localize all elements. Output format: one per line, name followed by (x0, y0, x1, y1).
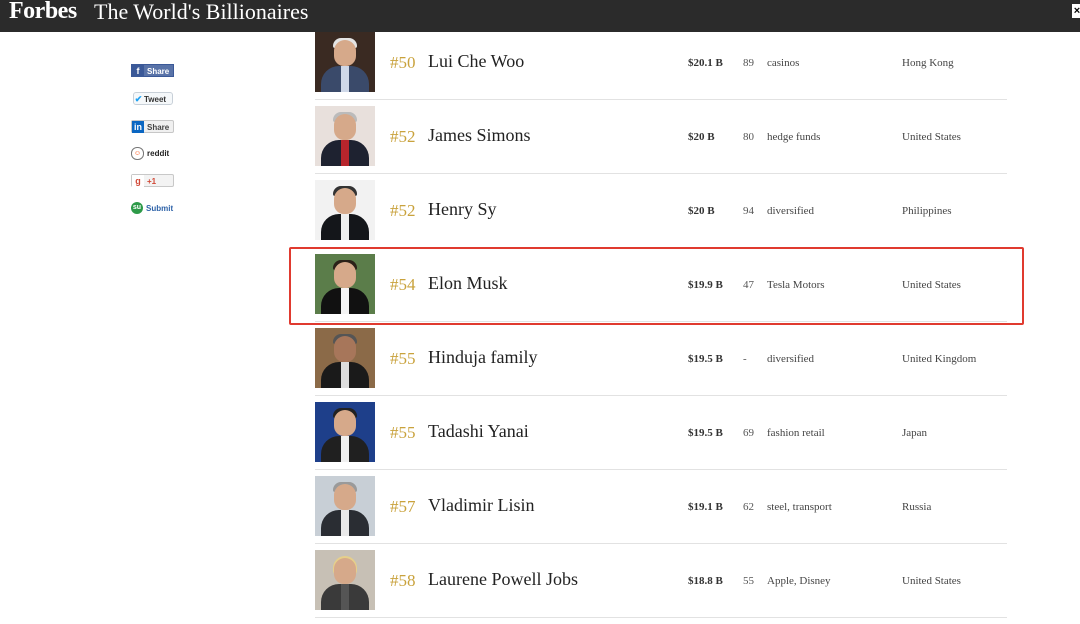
twitter-tweet-button[interactable]: ✔ Tweet (133, 92, 173, 105)
wealth-source: diversified (767, 205, 815, 217)
net-worth: $20 B (688, 205, 715, 217)
wealth-source: steel, transport (767, 501, 832, 513)
list-item[interactable]: #50 Lui Che Woo $20.1 B 89 casinos Hong … (315, 25, 1007, 100)
person-name[interactable]: Henry Sy (428, 199, 497, 220)
tweet-label: Tweet (144, 95, 167, 104)
plus-one-label: +1 (147, 177, 157, 186)
reddit-button[interactable]: ☺ reddit (131, 147, 176, 160)
avatar[interactable] (315, 254, 375, 314)
list-item[interactable]: #55 Hinduja family $19.5 B - diversified… (315, 321, 1007, 396)
avatar[interactable] (315, 180, 375, 240)
avatar[interactable] (315, 476, 375, 536)
wealth-source: Tesla Motors (767, 279, 825, 291)
age: 47 (743, 279, 754, 291)
list-item[interactable]: #54 Elon Musk $19.9 B 47 Tesla Motors Un… (315, 247, 1007, 322)
country: United States (902, 131, 961, 143)
country: Russia (902, 501, 932, 513)
rank-label: #52 (390, 201, 416, 220)
facebook-share-button[interactable]: f Share (131, 64, 174, 77)
wealth-source: Apple, Disney (767, 575, 831, 587)
avatar[interactable] (315, 550, 375, 610)
age: 69 (743, 427, 754, 439)
linkedin-share-label: Share (147, 123, 170, 132)
submit-label: Submit (146, 204, 174, 213)
linkedin-icon: in (132, 121, 144, 133)
person-name[interactable]: Tadashi Yanai (428, 421, 529, 442)
person-name[interactable]: Laurene Powell Jobs (428, 569, 578, 590)
country: United Kingdom (902, 353, 977, 365)
net-worth: $18.8 B (688, 575, 723, 587)
country: Hong Kong (902, 57, 954, 69)
page-title: The World's Billionaires (94, 0, 309, 24)
wealth-source: hedge funds (767, 131, 821, 143)
forbes-logo[interactable]: Forbes (9, 0, 77, 25)
list-item[interactable]: #58 Laurene Powell Jobs $18.8 B 55 Apple… (315, 543, 1007, 618)
age: 62 (743, 501, 754, 513)
rank-label: #55 (390, 349, 416, 368)
stumbleupon-icon: su (131, 202, 143, 214)
net-worth: $20 B (688, 131, 715, 143)
rank-label: #55 (390, 423, 416, 442)
net-worth: $19.1 B (688, 501, 723, 513)
facebook-share-label: Share (147, 67, 170, 76)
rank-label: #57 (390, 497, 416, 516)
rank-label: #50 (390, 53, 416, 72)
rank-label: #52 (390, 127, 416, 146)
linkedin-share-button[interactable]: in Share (131, 120, 174, 133)
close-button[interactable]: × (1072, 4, 1080, 18)
avatar[interactable] (315, 32, 375, 92)
person-name[interactable]: Hinduja family (428, 347, 537, 368)
country: Philippines (902, 205, 952, 217)
person-name[interactable]: Vladimir Lisin (428, 495, 535, 516)
list-item[interactable]: #52 Henry Sy $20 B 94 diversified Philip… (315, 173, 1007, 248)
country: Japan (902, 427, 928, 439)
net-worth: $19.9 B (688, 279, 723, 291)
age: 89 (743, 57, 754, 69)
net-worth: $19.5 B (688, 353, 723, 365)
avatar[interactable] (315, 402, 375, 462)
facebook-icon: f (132, 65, 144, 77)
country: United States (902, 575, 961, 587)
stumbleupon-submit-button[interactable]: su Submit (131, 202, 176, 215)
country: United States (902, 279, 961, 291)
rank-label: #54 (390, 275, 416, 294)
age: 94 (743, 205, 754, 217)
person-name[interactable]: Lui Che Woo (428, 51, 524, 72)
google-plus-icon: g (132, 175, 144, 187)
net-worth: $19.5 B (688, 427, 723, 439)
list-item[interactable]: #52 James Simons $20 B 80 hedge funds Un… (315, 99, 1007, 174)
avatar[interactable] (315, 106, 375, 166)
wealth-source: casinos (767, 57, 800, 69)
wealth-source: fashion retail (767, 427, 825, 439)
google-plus-button[interactable]: g +1 (131, 174, 174, 187)
list-item[interactable]: #57 Vladimir Lisin $19.1 B 62 steel, tra… (315, 469, 1007, 544)
net-worth: $20.1 B (688, 57, 723, 69)
reddit-icon: ☺ (131, 147, 144, 160)
twitter-icon: ✔ (134, 94, 143, 104)
avatar[interactable] (315, 328, 375, 388)
list-item[interactable]: #55 Tadashi Yanai $19.5 B 69 fashion ret… (315, 395, 1007, 470)
rank-label: #58 (390, 571, 416, 590)
person-name[interactable]: James Simons (428, 125, 531, 146)
age: 80 (743, 131, 754, 143)
wealth-source: diversified (767, 353, 815, 365)
reddit-label: reddit (147, 149, 170, 158)
age: 55 (743, 575, 754, 587)
person-name[interactable]: Elon Musk (428, 273, 508, 294)
age: - (743, 353, 747, 365)
